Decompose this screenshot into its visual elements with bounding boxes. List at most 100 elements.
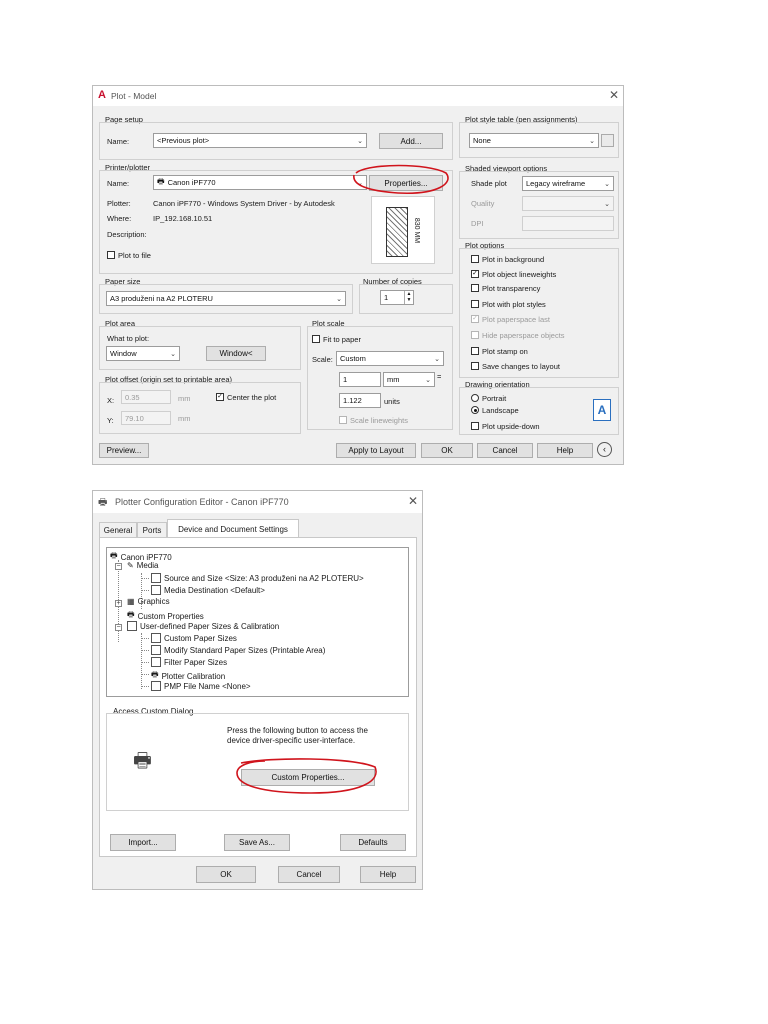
printer-name-select[interactable]: 🖶 Canon iPF770 ⌄ [153,175,367,190]
y-offset-input[interactable]: 79.10 [121,411,171,425]
document-icon [151,585,161,595]
tree-item-media-destination[interactable]: Media Destination <Default> [151,585,265,595]
close-icon[interactable]: ✕ [609,88,619,102]
settings-tree: 🖶 Canon iPF770 − ✎ Media Source and Size <… [106,547,409,697]
portrait-radio[interactable] [471,394,479,402]
page-setup-name-select[interactable]: <Previous plot> ⌄ [153,133,367,148]
what-to-plot-select[interactable]: Window ⌄ [106,346,180,361]
printer-name-label: Name: [107,179,130,188]
graphics-icon: ▦ [127,597,135,606]
document-icon [151,681,161,691]
y-offset-label: Y: [107,416,114,425]
plot-paperspace-last-label: Plot paperspace last [482,315,550,324]
tree-item-media[interactable]: ✎ Media [127,561,159,570]
expand-less-icon[interactable]: ‹ [597,442,612,457]
cancel-button[interactable]: Cancel [477,443,533,458]
plot-transparency-checkbox[interactable] [471,284,479,292]
annotation-circle-properties [353,164,449,194]
chevron-down-icon: ⌄ [357,137,363,145]
apply-to-layout-button[interactable]: Apply to Layout [336,443,416,458]
defaults-button[interactable]: Defaults [340,834,406,851]
chevron-down-icon: ⌄ [434,355,440,363]
scale-lineweights-checkbox[interactable] [339,416,347,424]
scale-unit-select[interactable]: mm ⌄ [383,372,435,387]
plot-stamp-on-checkbox[interactable] [471,347,479,355]
hide-paperspace-objects-checkbox[interactable] [471,331,479,339]
plot-paperspace-last-checkbox[interactable]: ✓ [471,315,479,323]
scale-label: Scale: [312,355,333,364]
style-table-select[interactable]: None ⌄ [469,133,599,148]
printer-icon: 🖶 [157,176,165,186]
plot-object-lineweights-checkbox[interactable]: ✓ [471,270,479,278]
equals-sign: = [437,372,442,381]
ok-button[interactable]: OK [196,866,256,883]
scale-select[interactable]: Custom ⌄ [336,351,444,366]
tree-item-pmp-file[interactable]: PMP File Name <None> [151,681,251,691]
paper-size-select[interactable]: A3 produženi na A2 PLOTERU ⌄ [106,291,346,306]
import-button[interactable]: Import... [110,834,176,851]
plot-stamp-on-label: Plot stamp on [482,347,528,356]
chevron-down-icon: ⌄ [589,137,595,145]
fit-to-paper-label: Fit to paper [323,335,361,344]
tab-general[interactable]: General [99,522,137,538]
collapse-icon[interactable]: − [115,563,122,570]
shade-plot-select[interactable]: Legacy wireframe ⌄ [522,176,614,191]
dpi-input[interactable] [522,216,614,231]
document-icon [151,633,161,643]
tab-ports[interactable]: Ports [137,522,167,538]
plot-with-plot-styles-checkbox[interactable] [471,300,479,308]
plotter-device-icon: 🖶 [133,750,152,772]
plot-options-group [459,248,619,378]
cancel-button[interactable]: Cancel [278,866,340,883]
quality-label: Quality [471,199,495,208]
save-as-button[interactable]: Save As... [224,834,290,851]
scale-value-2-input[interactable]: 1.122 [339,393,381,408]
tree-item-modify-standard[interactable]: Modify Standard Paper Sizes (Printable A… [151,645,325,655]
x-offset-label: X: [107,396,115,405]
close-icon[interactable]: ✕ [408,494,418,508]
collapse-icon[interactable]: − [115,624,122,631]
x-offset-input[interactable]: 0.35 [121,390,171,404]
help-button[interactable]: Help [537,443,593,458]
tree-item-filter-paper-sizes[interactable]: Filter Paper Sizes [151,657,227,667]
spinner-icon[interactable]: ▲ ▼ [404,291,413,304]
save-changes-checkbox[interactable] [471,362,479,370]
landscape-radio[interactable] [471,406,479,414]
plot-transparency-label: Plot transparency [482,284,541,293]
autocad-logo-icon: A [98,89,106,101]
plot-to-file-checkbox[interactable] [107,251,115,259]
scale-value-1-input[interactable]: 1 [339,372,381,387]
quality-select[interactable]: ⌄ [522,196,614,211]
center-plot-checkbox[interactable]: ✓ [216,393,224,401]
plot-title: Plot - Model [111,91,157,101]
save-changes-label: Save changes to layout [482,362,560,371]
tree-item-source-size[interactable]: Source and Size <Size: A3 produženi na A… [151,573,364,583]
tab-device-document-settings[interactable]: Device and Document Settings [167,519,299,538]
expand-icon[interactable]: + [115,600,122,607]
plotter-icon: 🖶 [98,497,108,508]
edit-style-icon[interactable] [601,134,614,147]
fit-to-paper-checkbox[interactable] [312,335,320,343]
document-icon [151,645,161,655]
shade-plot-label: Shade plot [471,179,507,188]
page-setup-name-label: Name: [107,137,130,146]
tree-item-custom-paper-sizes[interactable]: Custom Paper Sizes [151,633,237,643]
tree-item-graphics[interactable]: ▦ Graphics [127,597,170,606]
config-title-bar: 🖶 Plotter Configuration Editor - Canon i… [93,491,422,513]
x-offset-unit: mm [178,394,191,403]
landscape-orientation-icon: A [593,399,611,421]
help-button[interactable]: Help [360,866,416,883]
ok-button[interactable]: OK [421,443,473,458]
dpi-label: DPI [471,219,484,228]
copies-input[interactable]: 1 ▲ ▼ [380,290,414,305]
upside-down-checkbox[interactable] [471,422,479,430]
tree-item-user-defined[interactable]: User-defined Paper Sizes & Calibration [127,621,279,631]
where-label: Where: [107,214,132,223]
plot-in-background-checkbox[interactable] [471,255,479,263]
window-button[interactable]: Window< [206,346,266,361]
scale-lineweights-label: Scale lineweights [350,416,408,425]
preview-button[interactable]: Preview... [99,443,149,458]
chevron-down-icon: ⌄ [425,376,431,384]
description-label: Description: [107,230,147,239]
add-button[interactable]: Add... [379,133,443,149]
